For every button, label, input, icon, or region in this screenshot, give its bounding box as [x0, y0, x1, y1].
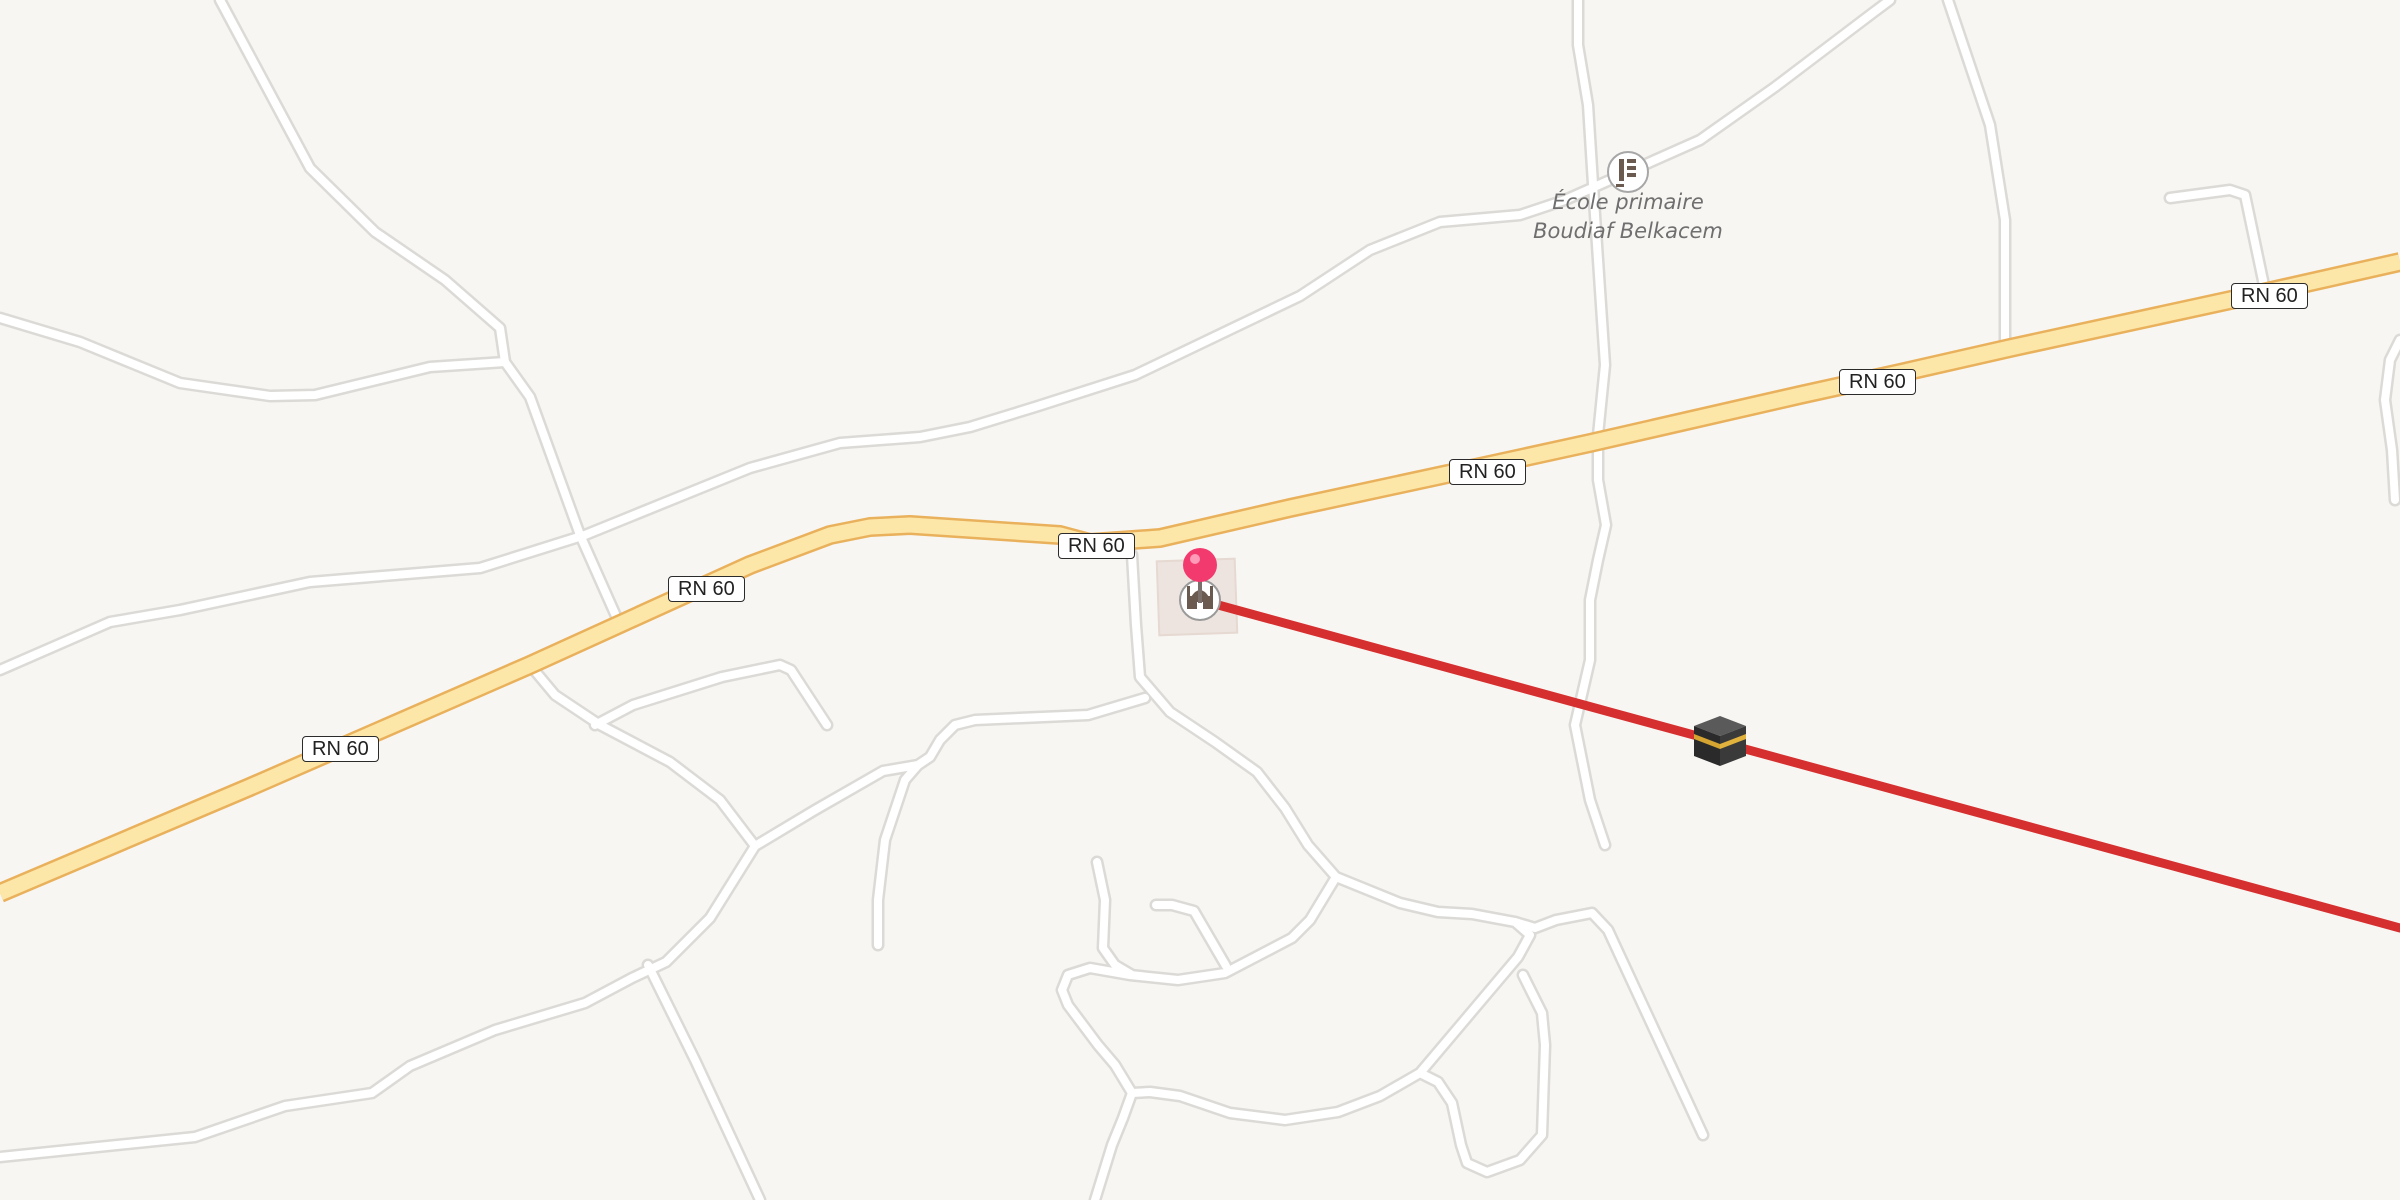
road-shield-rn60: RN 60 [1058, 533, 1135, 559]
road-shield-rn60: RN 60 [1839, 369, 1916, 395]
route-line [1195, 595, 2400, 933]
road-shield-rn60: RN 60 [1449, 459, 1526, 485]
school-label[interactable]: École primaire Boudiaf Belkacem [1508, 188, 1748, 246]
school-name-line2: Boudiaf Belkacem [1533, 219, 1723, 243]
map-canvas[interactable]: RN 60 RN 60 RN 60 RN 60 RN 60 RN 60 Écol… [0, 0, 2400, 1200]
road-shield-rn60: RN 60 [2231, 283, 2308, 309]
school-name-line1: École primaire [1552, 190, 1704, 214]
road-shield-rn60: RN 60 [302, 736, 379, 762]
road-shield-rn60: RN 60 [668, 576, 745, 602]
route-overlay [1195, 595, 2400, 933]
